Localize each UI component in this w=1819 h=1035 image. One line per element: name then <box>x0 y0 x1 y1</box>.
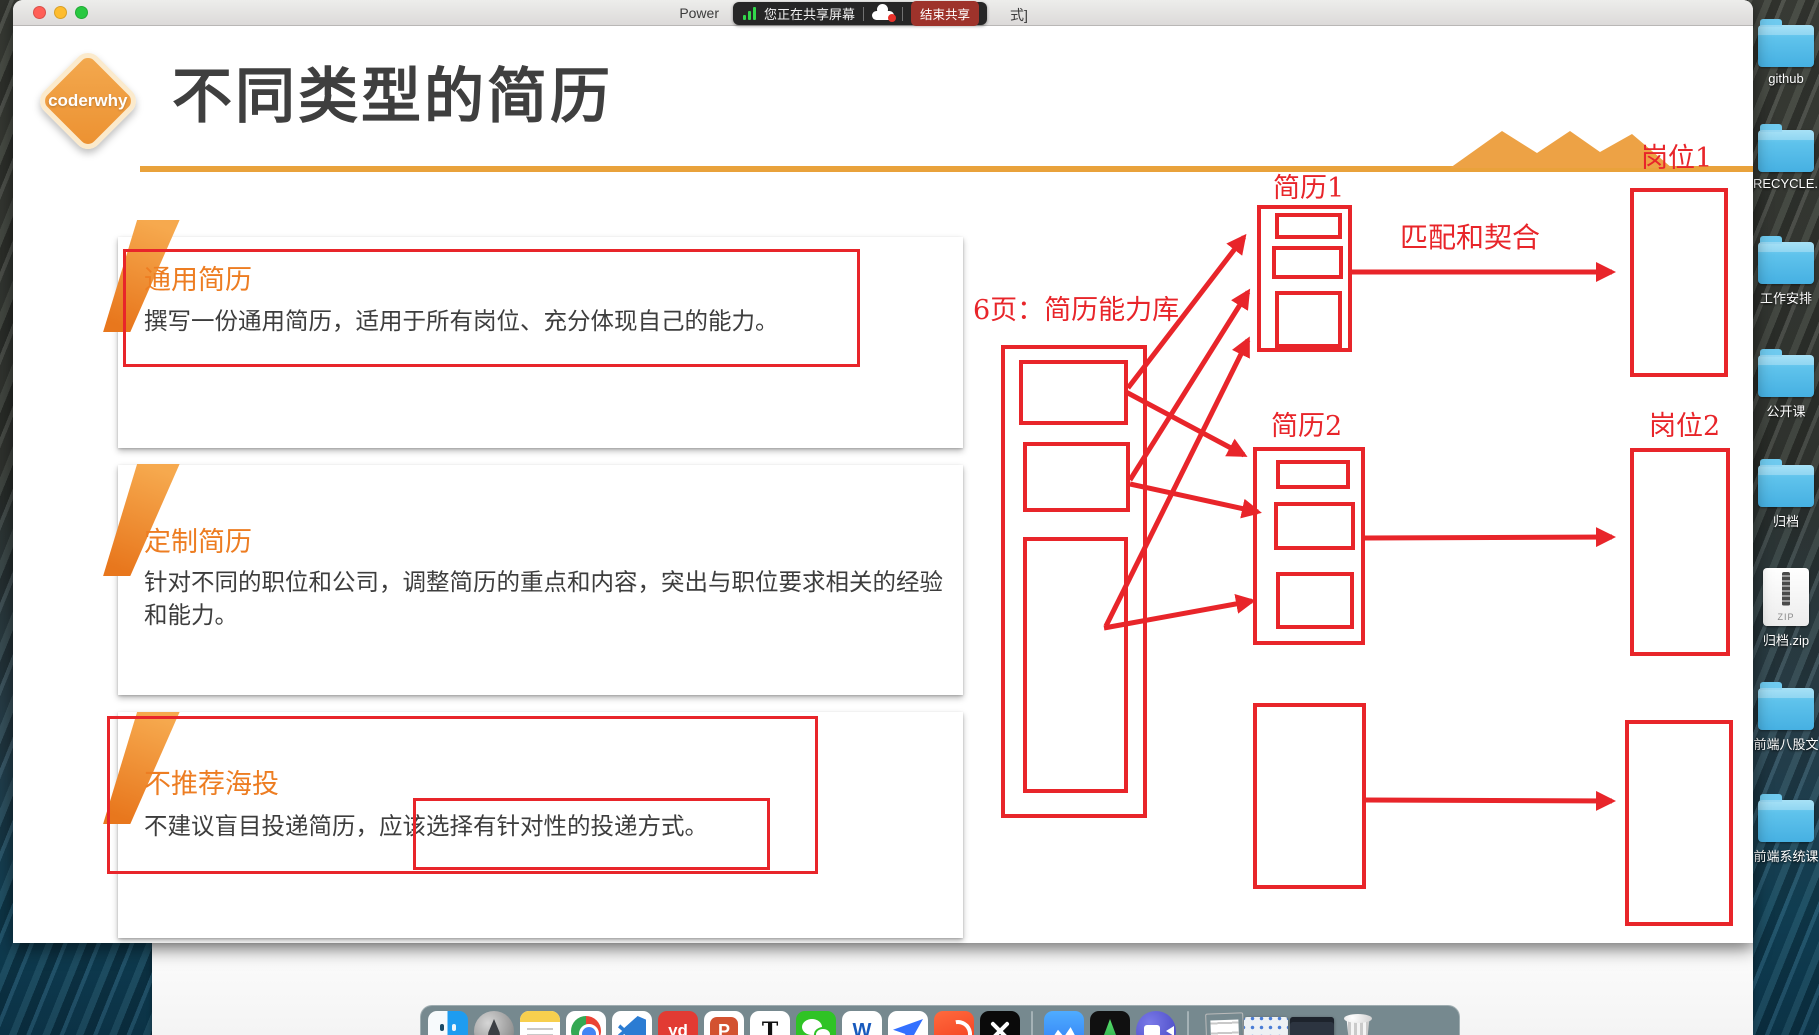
folder-icon <box>1758 242 1814 284</box>
dock-vscode-icon[interactable] <box>612 1011 652 1035</box>
resume1-slot-3 <box>1275 291 1342 348</box>
traffic-lights <box>33 6 88 19</box>
desktop-icon-label: RECYCLE.B <box>1753 176 1819 191</box>
cloud-icon[interactable] <box>872 7 894 20</box>
dock-red-swirl-app-icon[interactable] <box>934 1011 974 1035</box>
dock-icon-glyph: P <box>710 1017 738 1035</box>
record-dot-icon <box>888 14 896 22</box>
resume1-slot-2 <box>1272 246 1343 279</box>
desktop-icon-label: 归档.zip <box>1763 630 1809 649</box>
zip-badge: ZIP <box>1763 612 1809 622</box>
screen-share-banner: 您正在共享屏幕 结束共享 <box>733 2 987 25</box>
fullscreen-button[interactable] <box>75 6 88 19</box>
desktop-icon-folder-2[interactable]: RECYCLE.B <box>1753 130 1819 193</box>
desktop-icon-folder-5[interactable]: 归档 <box>1753 465 1819 531</box>
card-heading: 定制简历 <box>144 520 252 559</box>
desktop-icon-label: github <box>1768 71 1803 86</box>
divider <box>902 7 903 21</box>
dock-powerpoint-icon[interactable]: P <box>704 1011 744 1035</box>
dock-icon-glyph: W <box>842 1011 882 1035</box>
folder-icon <box>1758 355 1814 397</box>
resume2-slot-1 <box>1276 460 1350 489</box>
zip-file-icon: ZIP <box>1763 568 1809 626</box>
dock-trash-icon[interactable] <box>1338 1011 1378 1035</box>
desktop-icon-folder-7[interactable]: 前端八股文 <box>1753 688 1819 754</box>
resume2-label: 简历2 <box>1271 404 1342 443</box>
folder-icon <box>1758 688 1814 730</box>
window-title-right: 式] <box>1010 5 1028 25</box>
desktop-icon-label: 前端八股文 <box>1753 734 1818 753</box>
dock-capcut-icon[interactable] <box>980 1011 1020 1035</box>
dock-textedit-icon[interactable] <box>1200 1011 1240 1035</box>
library-slot-1 <box>1019 360 1128 425</box>
dock-minimized-window-light-icon[interactable] <box>1246 1011 1286 1035</box>
desktop-icon-zip-6[interactable]: ZIP 归档.zip <box>1753 568 1819 650</box>
folder-icon <box>1758 25 1814 67</box>
desktop-icon-label: 归档 <box>1773 511 1799 530</box>
dock-youdao-dict-icon[interactable]: yd <box>658 1011 698 1035</box>
library-slot-2 <box>1023 442 1130 512</box>
card-body: 针对不同的职位和公司，调整简历的重点和内容，突出与职位要求相关的经验和能力。 <box>144 566 944 632</box>
annotation-box-card3-inner <box>413 798 770 870</box>
job3-box <box>1625 720 1733 926</box>
resume2-slot-2 <box>1274 502 1355 550</box>
resume1-slot-1 <box>1275 213 1342 239</box>
dock-chrome-icon[interactable] <box>566 1011 606 1035</box>
library-slot-3 <box>1023 537 1128 793</box>
dock-icon-glyph: yd <box>658 1011 698 1035</box>
dock-launchpad-icon[interactable] <box>474 1011 514 1035</box>
dock-photos-album-icon[interactable] <box>1044 1011 1084 1035</box>
desktop-icon-label: 前端系统课 <box>1753 846 1818 865</box>
resume2-slot-3 <box>1276 572 1354 629</box>
dock-typora-icon[interactable]: T <box>750 1011 790 1035</box>
dock-minimized-window-dark-icon[interactable] <box>1292 1011 1332 1035</box>
dock-lark-icon[interactable] <box>888 1011 928 1035</box>
dock-finder-icon[interactable] <box>428 1011 468 1035</box>
end-share-button[interactable]: 结束共享 <box>911 1 979 26</box>
job1-box <box>1630 188 1728 377</box>
divider <box>863 7 864 21</box>
minimize-button[interactable] <box>54 6 67 19</box>
screen: github RECYCLE.B 工作安排公开课归档 ZIP 归档.zip 前端八股文前端… <box>0 0 1819 1035</box>
folder-icon <box>1758 465 1814 507</box>
dock: yd PT W <box>420 1005 1460 1035</box>
dock-notes-icon[interactable] <box>520 1011 560 1035</box>
window-title-left: Power <box>679 5 719 21</box>
job2-box <box>1630 448 1730 656</box>
resume3-box <box>1253 703 1366 889</box>
job1-label: 岗位1 <box>1641 136 1712 175</box>
share-status-text: 您正在共享屏幕 <box>764 4 855 23</box>
job2-label: 岗位2 <box>1649 404 1720 443</box>
desktop-icon-label: 工作安排 <box>1760 288 1812 307</box>
library-label: 6页：简历能力库 <box>973 288 1179 327</box>
desktop-icon-folder-8[interactable]: 前端系统课 <box>1753 800 1819 866</box>
desktop-icon-folder-3[interactable]: 工作安排 <box>1753 242 1819 308</box>
slide-title: 不同类型的简历 <box>172 55 613 139</box>
resume1-label: 简历1 <box>1273 166 1344 205</box>
dock-screen-recorder-icon[interactable] <box>1136 1011 1176 1035</box>
signal-bars-icon <box>743 7 756 20</box>
dock-word-icon[interactable]: W <box>842 1011 882 1035</box>
dock-separator <box>1031 1011 1033 1035</box>
match-label: 匹配和契合 <box>1400 216 1540 256</box>
dock-black-green-app-icon[interactable] <box>1090 1011 1130 1035</box>
desktop-icon-folder-4[interactable]: 公开课 <box>1753 355 1819 421</box>
dock-separator <box>1187 1011 1189 1035</box>
dock-wechat-icon[interactable] <box>796 1011 836 1035</box>
annotation-box-card1 <box>123 249 860 367</box>
folder-icon <box>1758 130 1814 172</box>
folder-icon <box>1758 800 1814 842</box>
desktop-icon-folder-1[interactable]: github <box>1753 25 1819 88</box>
window-titlebar: Power 您正在共享屏幕 结束共享 式] <box>13 0 1753 26</box>
close-button[interactable] <box>33 6 46 19</box>
dock-icon-glyph: T <box>750 1011 790 1035</box>
desktop-icon-label: 公开课 <box>1766 401 1805 420</box>
